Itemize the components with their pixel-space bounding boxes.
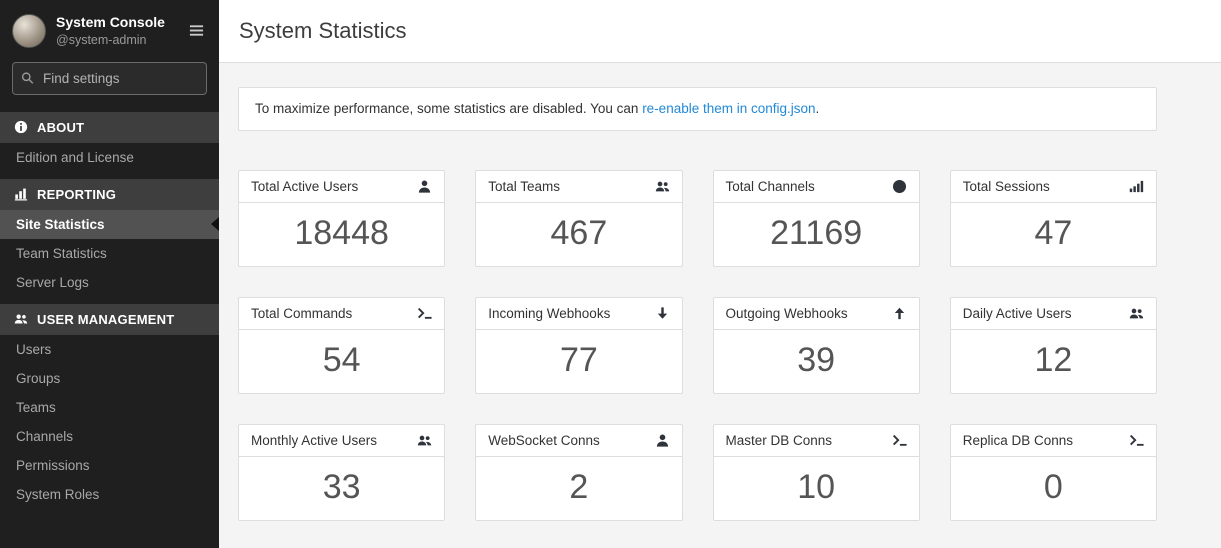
sidebar-section-reporting: REPORTING: [0, 179, 219, 210]
stat-card-value: 77: [476, 330, 681, 393]
stat-card-master-db-conns: Master DB Conns 10: [713, 424, 920, 521]
sidebar-section-label: ABOUT: [37, 120, 84, 135]
stat-card-header: Monthly Active Users: [239, 425, 444, 457]
stat-card-value: 10: [714, 457, 919, 520]
stat-card-value: 39: [714, 330, 919, 393]
sidebar-nav: ABOUT Edition and License REPORTING Site St…: [0, 105, 219, 548]
stat-card-value: 0: [951, 457, 1156, 520]
stat-card-header: Total Commands: [239, 298, 444, 330]
stat-card-outgoing-webhooks: Outgoing Webhooks 39: [713, 297, 920, 394]
sidebar-item-server-logs[interactable]: Server Logs: [0, 268, 219, 297]
page-title: System Statistics: [239, 16, 1201, 46]
sidebar-section-label: USER MANAGEMENT: [37, 312, 174, 327]
console-identity: System Console @system-admin: [56, 13, 176, 49]
user-icon: [655, 433, 670, 448]
sidebar-item-groups[interactable]: Groups: [0, 364, 219, 393]
search-input[interactable]: [12, 62, 207, 95]
stat-card-total-teams: Total Teams 467: [475, 170, 682, 267]
bar-chart-icon: [14, 187, 28, 201]
sidebar-item-teams[interactable]: Teams: [0, 393, 219, 422]
content-area: To maximize performance, some statistics…: [219, 63, 1221, 545]
stat-card-title: Daily Active Users: [963, 306, 1072, 321]
sidebar: System Console @system-admin ABOUT Editio…: [0, 0, 219, 548]
stat-card-header: Daily Active Users: [951, 298, 1156, 330]
stats-grid: Total Active Users18448Total Teams467Tot…: [238, 170, 1157, 521]
users-icon: [655, 179, 670, 194]
stat-card-total-commands: Total Commands 54: [238, 297, 445, 394]
globe-icon: [892, 179, 907, 194]
main-panel: System Statistics To maximize performanc…: [219, 0, 1221, 548]
admin-username: @system-admin: [56, 32, 176, 49]
stat-card-header: Outgoing Webhooks: [714, 298, 919, 330]
banner-text: To maximize performance, some statistics…: [255, 101, 642, 116]
stat-card-value: 33: [239, 457, 444, 520]
signal-bars-icon: [1129, 179, 1144, 194]
menu-icon[interactable]: [186, 20, 207, 41]
banner-text-suffix: .: [816, 101, 820, 116]
sidebar-item-site-statistics[interactable]: Site Statistics: [0, 210, 219, 239]
stat-card-title: Replica DB Conns: [963, 433, 1073, 448]
terminal-icon: [892, 433, 907, 448]
stat-card-value: 12: [951, 330, 1156, 393]
sidebar-item-system-roles[interactable]: System Roles: [0, 480, 219, 509]
sidebar-section-about: ABOUT: [0, 112, 219, 143]
stat-card-value: 54: [239, 330, 444, 393]
stat-card-total-channels: Total Channels 21169: [713, 170, 920, 267]
sidebar-item-team-statistics[interactable]: Team Statistics: [0, 239, 219, 268]
stat-card-header: Total Channels: [714, 171, 919, 203]
stat-card-header: Total Sessions: [951, 171, 1156, 203]
users-icon: [14, 312, 28, 326]
config-json-link[interactable]: re-enable them in config.json: [642, 101, 815, 116]
stat-card-value: 47: [951, 203, 1156, 266]
stat-card-title: Outgoing Webhooks: [726, 306, 848, 321]
sidebar-item-permissions[interactable]: Permissions: [0, 451, 219, 480]
avatar[interactable]: [12, 14, 46, 48]
sidebar-item-users[interactable]: Users: [0, 335, 219, 364]
arrow-down-icon: [655, 306, 670, 321]
console-title: System Console: [56, 13, 176, 32]
sidebar-section-label: REPORTING: [37, 187, 116, 202]
terminal-icon: [1129, 433, 1144, 448]
stat-card-value: 467: [476, 203, 681, 266]
performance-notice-banner: To maximize performance, some statistics…: [238, 87, 1157, 131]
page-header: System Statistics: [219, 0, 1221, 63]
arrow-up-icon: [892, 306, 907, 321]
app-window: System Console @system-admin ABOUT Editio…: [0, 0, 1221, 548]
users-icon: [1129, 306, 1144, 321]
stat-card-replica-db-conns: Replica DB Conns 0: [950, 424, 1157, 521]
stat-card-monthly-active-users: Monthly Active Users 33: [238, 424, 445, 521]
stat-card-title: Total Active Users: [251, 179, 358, 194]
stat-card-header: WebSocket Conns: [476, 425, 681, 457]
stat-card-header: Total Teams: [476, 171, 681, 203]
stat-card-title: Monthly Active Users: [251, 433, 377, 448]
stat-card-value: 2: [476, 457, 681, 520]
info-icon: [14, 120, 28, 134]
stat-card-total-sessions: Total Sessions 47: [950, 170, 1157, 267]
stat-card-title: Total Teams: [488, 179, 560, 194]
stat-card-total-active-users: Total Active Users 18448: [238, 170, 445, 267]
user-icon: [417, 179, 432, 194]
sidebar-item-channels[interactable]: Channels: [0, 422, 219, 451]
stat-card-header: Total Active Users: [239, 171, 444, 203]
stat-card-incoming-webhooks: Incoming Webhooks 77: [475, 297, 682, 394]
stat-card-websocket-conns: WebSocket Conns 2: [475, 424, 682, 521]
stat-card-header: Incoming Webhooks: [476, 298, 681, 330]
stat-card-value: 18448: [239, 203, 444, 266]
stat-card-title: Total Commands: [251, 306, 352, 321]
stat-card-header: Master DB Conns: [714, 425, 919, 457]
sidebar-header: System Console @system-admin: [0, 0, 219, 60]
settings-search: [12, 62, 207, 95]
stat-card-daily-active-users: Daily Active Users 12: [950, 297, 1157, 394]
sidebar-section-user-management: USER MANAGEMENT: [0, 304, 219, 335]
stat-card-title: Total Channels: [726, 179, 815, 194]
sidebar-item-edition-and-license[interactable]: Edition and License: [0, 143, 219, 172]
terminal-icon: [417, 306, 432, 321]
stat-card-title: Master DB Conns: [726, 433, 833, 448]
stat-card-title: WebSocket Conns: [488, 433, 600, 448]
stat-card-title: Total Sessions: [963, 179, 1050, 194]
stat-card-title: Incoming Webhooks: [488, 306, 610, 321]
stat-card-value: 21169: [714, 203, 919, 266]
users-icon: [417, 433, 432, 448]
stat-card-header: Replica DB Conns: [951, 425, 1156, 457]
